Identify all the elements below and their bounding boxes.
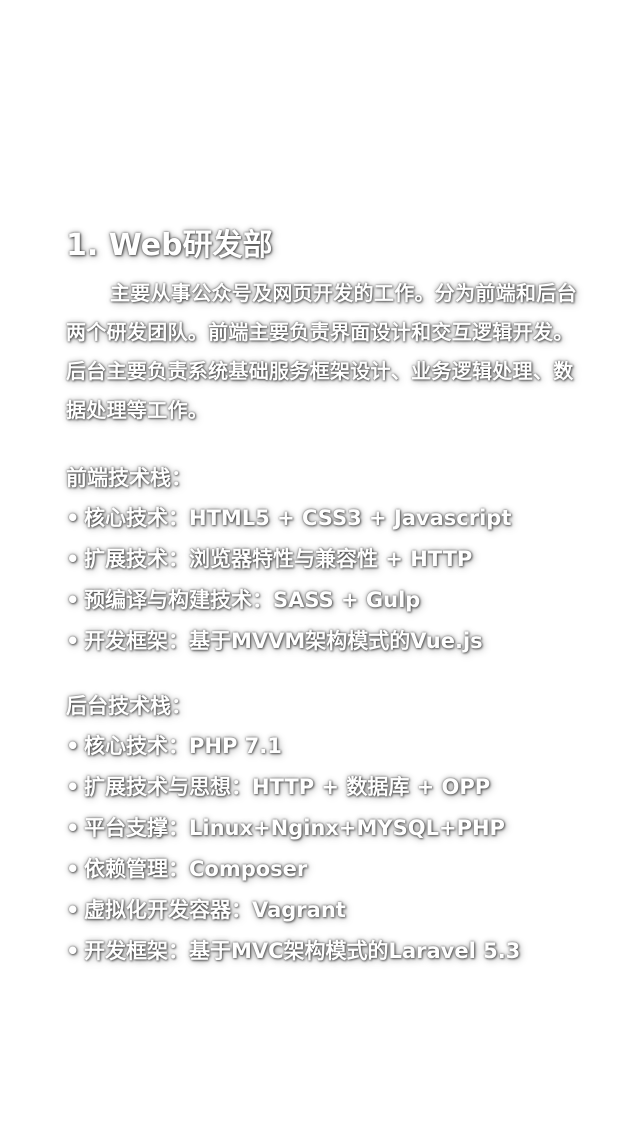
list-item-text: 核心技术：PHP 7.1: [84, 734, 282, 758]
list-item: • 开发框架：基于MVC架构模式的Laravel 5.3: [66, 931, 578, 972]
backend-stack-list: • 核心技术：PHP 7.1 • 扩展技术与思想：HTTP + 数据库 + OPP …: [66, 726, 578, 972]
section-title: 1. Web研发部: [66, 228, 273, 263]
bullet-icon: •: [66, 857, 80, 881]
list-item: • 核心技术：PHP 7.1: [66, 726, 578, 767]
frontend-stack: 前端技术栈： • 核心技术：HTML5 + CSS3 + Javascript •…: [66, 458, 578, 662]
bullet-icon: •: [66, 506, 80, 530]
bullet-icon: •: [66, 734, 80, 758]
list-item-text: 扩展技术与思想：HTTP + 数据库 + OPP: [84, 775, 491, 799]
frontend-stack-heading: 前端技术栈：: [66, 466, 192, 490]
list-item-text: 开发框架：基于MVC架构模式的Laravel 5.3: [84, 939, 521, 963]
backend-stack: 后台技术栈： • 核心技术：PHP 7.1 • 扩展技术与思想：HTTP + 数据库…: [66, 686, 578, 972]
bullet-icon: •: [66, 939, 80, 963]
list-item: • 扩展技术与思想：HTTP + 数据库 + OPP: [66, 767, 578, 808]
backend-stack-heading: 后台技术栈：: [66, 694, 192, 718]
list-item: • 预编译与构建技术：SASS + Gulp: [66, 580, 578, 621]
bullet-icon: •: [66, 629, 80, 653]
list-item: • 核心技术：HTML5 + CSS3 + Javascript: [66, 498, 578, 539]
frontend-stack-list: • 核心技术：HTML5 + CSS3 + Javascript • 扩展技术：浏览…: [66, 498, 578, 662]
list-item: • 依赖管理：Composer: [66, 849, 578, 890]
bullet-icon: •: [66, 898, 80, 922]
list-item: • 虚拟化开发容器：Vagrant: [66, 890, 578, 931]
list-item-text: 依赖管理：Composer: [84, 857, 308, 881]
section-description: 主要从事公众号及网页开发的工作。分为前端和后台两个研发团队。前端主要负责界面设计…: [66, 281, 577, 422]
list-item-text: 核心技术：HTML5 + CSS3 + Javascript: [84, 506, 512, 530]
bullet-icon: •: [66, 547, 80, 571]
list-item-text: 扩展技术：浏览器特性与兼容性 + HTTP: [84, 547, 473, 571]
department-section: 1. Web研发部 主要从事公众号及网页开发的工作。分为前端和后台两个研发团队。…: [66, 226, 578, 972]
list-item: • 扩展技术：浏览器特性与兼容性 + HTTP: [66, 539, 578, 580]
list-item-text: 预编译与构建技术：SASS + Gulp: [84, 588, 421, 612]
list-item: • 平台支撑：Linux+Nginx+MYSQL+PHP: [66, 808, 578, 849]
list-item-text: 开发框架：基于MVVM架构模式的Vue.js: [84, 629, 483, 653]
bullet-icon: •: [66, 775, 80, 799]
list-item: • 开发框架：基于MVVM架构模式的Vue.js: [66, 621, 578, 662]
list-item-text: 平台支撑：Linux+Nginx+MYSQL+PHP: [84, 816, 505, 840]
list-item-text: 虚拟化开发容器：Vagrant: [84, 898, 346, 922]
bullet-icon: •: [66, 588, 80, 612]
bullet-icon: •: [66, 816, 80, 840]
